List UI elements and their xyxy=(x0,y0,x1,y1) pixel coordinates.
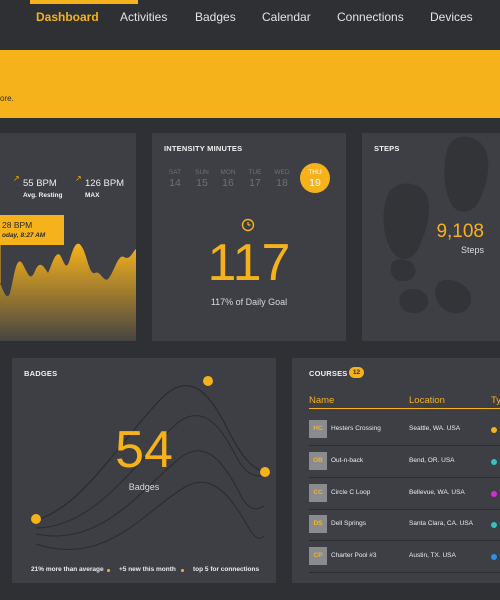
max-hr-stat: ↗ 126 BPM MAX xyxy=(75,173,125,199)
chart-point xyxy=(31,514,41,524)
course-location: Bend, OR. USA xyxy=(409,457,455,464)
card-title: COURSES xyxy=(309,369,348,378)
card-title: INTENSITY MINUTES xyxy=(164,144,243,153)
course-location: Santa Clara, CA. USA xyxy=(409,520,473,527)
course-type-dot xyxy=(491,554,497,560)
tooltip-time: oday, 8:27 AM xyxy=(2,232,46,239)
course-type-dot xyxy=(491,522,497,528)
course-avatar: CC xyxy=(309,484,327,502)
max-hr-value: 126 BPM xyxy=(85,178,125,189)
resting-hr-stat: ↗ 55 BPM Avg. Resting xyxy=(13,173,63,199)
heart-rate-card[interactable]: ↗ 55 BPM Avg. Resting ↗ 126 BPM MAX 28 B… xyxy=(0,133,136,341)
nav-activities[interactable]: Activities xyxy=(120,10,167,24)
badges-card[interactable]: BADGES 54 Badges 21% more than average +… xyxy=(12,358,276,583)
badges-label: Badges xyxy=(128,482,160,492)
course-name: Hesters Crossing xyxy=(331,425,381,432)
top-nav: Dashboard Activities Badges Calendar Con… xyxy=(0,0,500,34)
course-name: Charter Pool #3 xyxy=(331,552,377,559)
heart-rate-area xyxy=(0,243,136,341)
badges-footer-connections: top 5 for connections xyxy=(193,566,260,573)
column-header-type[interactable]: Ty xyxy=(491,395,500,406)
day-wed[interactable]: WED 18 xyxy=(270,169,294,189)
course-type-dot xyxy=(491,427,497,433)
course-location: Austin, TX. USA xyxy=(409,552,456,559)
course-avatar: OB xyxy=(309,452,327,470)
trend-arrow-icon: ↗ xyxy=(75,174,82,183)
course-location: Seattle, WA. USA xyxy=(409,425,461,432)
day-mon[interactable]: MON 16 xyxy=(216,169,240,189)
day-sun[interactable]: SUN 15 xyxy=(190,169,214,189)
trend-arrow-icon: ↗ xyxy=(13,174,20,183)
tooltip-value: 28 BPM xyxy=(2,220,33,230)
course-avatar: DS xyxy=(309,515,327,533)
course-location: Bellevue, WA. USA xyxy=(409,489,465,496)
course-type-dot xyxy=(491,491,497,497)
timer-icon xyxy=(241,218,255,232)
resting-hr-value: 55 BPM xyxy=(23,178,57,189)
heart-rate-tooltip: 28 BPM oday, 8:27 AM xyxy=(0,215,64,245)
day-thu[interactable]: THU 19 xyxy=(303,169,327,189)
table-row[interactable]: HC Hesters Crossing Seattle, WA. USA xyxy=(309,414,500,446)
courses-card[interactable]: COURSES 12 Name Location Ty HC Hesters C… xyxy=(292,358,500,583)
max-hr-label: MAX xyxy=(85,192,100,199)
intensity-value: 117 xyxy=(207,234,291,292)
column-header-location[interactable]: Location xyxy=(409,395,445,406)
steps-card[interactable]: STEPS 9,108 Steps xyxy=(362,133,500,341)
nav-devices[interactable]: Devices xyxy=(430,10,473,24)
course-avatar: HC xyxy=(309,420,327,438)
nav-badges[interactable]: Badges xyxy=(195,10,236,24)
intensity-minutes-card[interactable]: INTENSITY MINUTES SAT 14 SUN 15 MON 16 TUE 1… xyxy=(152,133,346,341)
column-header-name[interactable]: Name xyxy=(309,395,334,406)
daily-goal-text: 117% of Daily Goal xyxy=(210,297,288,307)
table-row[interactable]: CP Charter Pool #3 Austin, TX. USA xyxy=(309,541,500,573)
table-row[interactable]: OB Out-n-back Bend, OR. USA xyxy=(309,446,500,478)
chart-point xyxy=(203,376,213,386)
day-sat[interactable]: SAT 14 xyxy=(163,169,187,189)
resting-hr-label: Avg. Resting xyxy=(23,192,63,199)
steps-value: 9,108 xyxy=(436,221,484,242)
card-title: BADGES xyxy=(24,369,58,378)
badges-footer-new: +5 new this month xyxy=(119,566,176,573)
bullet-dot xyxy=(107,569,110,572)
nav-dashboard[interactable]: Dashboard xyxy=(36,10,99,24)
nav-connections[interactable]: Connections xyxy=(337,10,404,24)
banner-text: ore. xyxy=(0,94,14,103)
table-row[interactable]: CC Circle C Loop Bellevue, WA. USA xyxy=(309,478,500,510)
promo-banner: ore. xyxy=(0,50,500,118)
course-name: Out-n-back xyxy=(331,457,364,464)
course-type-dot xyxy=(491,459,497,465)
nav-calendar[interactable]: Calendar xyxy=(262,10,311,24)
day-tue[interactable]: TUE 17 xyxy=(243,169,267,189)
bullet-dot xyxy=(181,569,184,572)
course-name: Circle C Loop xyxy=(331,489,371,496)
courses-count-badge: 12 xyxy=(349,367,364,378)
active-tab-indicator xyxy=(30,0,138,4)
course-avatar: CP xyxy=(309,547,327,565)
header-divider xyxy=(309,408,500,409)
table-row[interactable]: DS Dell Springs Santa Clara, CA. USA xyxy=(309,509,500,541)
steps-label: Steps xyxy=(460,245,484,255)
card-title: STEPS xyxy=(374,144,400,153)
course-name: Dell Springs xyxy=(331,520,367,527)
badges-value: 54 xyxy=(115,421,173,479)
badges-footer-average: 21% more than average xyxy=(31,566,104,573)
